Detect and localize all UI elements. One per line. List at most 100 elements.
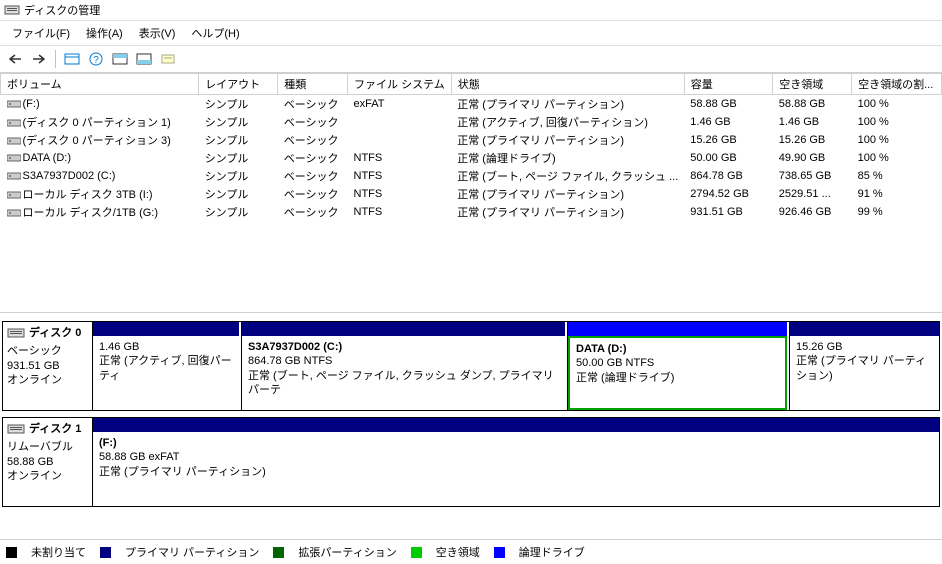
partition-body: 1.46 GB正常 (アクティブ, 回復パーティ bbox=[93, 336, 239, 410]
partition-header bbox=[93, 418, 939, 432]
col-fs[interactable]: ファイル システム bbox=[348, 74, 452, 95]
col-type[interactable]: 種類 bbox=[278, 74, 348, 95]
forward-button[interactable] bbox=[28, 48, 50, 70]
cell-pct: 100 % bbox=[852, 95, 942, 114]
partition-details: 58.88 GB exFAT bbox=[99, 450, 933, 464]
cell-capacity: 58.88 GB bbox=[684, 95, 773, 114]
menu-action[interactable]: 操作(A) bbox=[78, 23, 131, 43]
partition-header bbox=[93, 322, 239, 336]
view-list-button[interactable] bbox=[61, 48, 83, 70]
partition-body: S3A7937D002 (C:)864.78 GB NTFS正常 (ブート, ペ… bbox=[242, 336, 565, 410]
legend-primary-label: プライマリ パーティション bbox=[125, 544, 259, 560]
legend-extended-label: 拡張パーティション bbox=[298, 544, 396, 560]
cell-capacity: 50.00 GB bbox=[684, 149, 773, 167]
table-row[interactable]: (F:)シンプルベーシックexFAT正常 (プライマリ パーティション)58.8… bbox=[1, 95, 942, 114]
volume-list: ボリューム レイアウト 種類 ファイル システム 状態 容量 空き領域 空き領域… bbox=[0, 73, 942, 313]
cell-pct: 100 % bbox=[852, 113, 942, 131]
cell-pct: 85 % bbox=[852, 167, 942, 185]
col-freepct[interactable]: 空き領域の割... bbox=[852, 74, 942, 95]
cell-type: ベーシック bbox=[278, 95, 348, 114]
partition[interactable]: (F:)58.88 GB exFAT正常 (プライマリ パーティション) bbox=[93, 418, 939, 506]
cell-pct: 100 % bbox=[852, 131, 942, 149]
legend-logical-label: 論理ドライブ bbox=[519, 544, 585, 560]
col-free[interactable]: 空き領域 bbox=[773, 74, 852, 95]
cell-status: 正常 (プライマリ パーティション) bbox=[451, 131, 684, 149]
partition[interactable]: 1.46 GB正常 (アクティブ, 回復パーティ bbox=[93, 322, 239, 410]
cell-layout: シンプル bbox=[199, 113, 278, 131]
cell-free: 58.88 GB bbox=[773, 95, 852, 114]
table-row[interactable]: S3A7937D002 (C:)シンプルベーシックNTFS正常 (ブート, ペー… bbox=[1, 167, 942, 185]
legend-extended-box bbox=[273, 547, 284, 558]
app-icon bbox=[4, 2, 20, 18]
cell-type: ベーシック bbox=[278, 167, 348, 185]
cell-type: ベーシック bbox=[278, 131, 348, 149]
menu-view[interactable]: 表示(V) bbox=[131, 23, 184, 43]
disk-status: オンライン bbox=[7, 373, 88, 387]
cell-status: 正常 (ブート, ページ ファイル, クラッシュ ... bbox=[451, 167, 684, 185]
cell-volume: ローカル ディスク 3TB (I:) bbox=[1, 185, 199, 203]
menu-file[interactable]: ファイル(F) bbox=[4, 23, 78, 43]
partition-status: 正常 (プライマリ パーティション) bbox=[99, 465, 933, 479]
partition-details: 864.78 GB NTFS bbox=[248, 354, 559, 368]
volume-table: ボリューム レイアウト 種類 ファイル システム 状態 容量 空き領域 空き領域… bbox=[0, 73, 942, 221]
partition-body: DATA (D:)50.00 GB NTFS正常 (論理ドライブ) bbox=[568, 336, 787, 410]
table-row[interactable]: ローカル ディスク 3TB (I:)シンプルベーシックNTFS正常 (プライマリ… bbox=[1, 185, 942, 203]
cell-volume: ローカル ディスク/1TB (G:) bbox=[1, 203, 199, 221]
cell-status: 正常 (プライマリ パーティション) bbox=[451, 185, 684, 203]
table-row[interactable]: (ディスク 0 パーティション 3)シンプルベーシック正常 (プライマリ パーテ… bbox=[1, 131, 942, 149]
menu-help[interactable]: ヘルプ(H) bbox=[183, 23, 247, 43]
cell-type: ベーシック bbox=[278, 149, 348, 167]
partition[interactable]: S3A7937D002 (C:)864.78 GB NTFS正常 (ブート, ペ… bbox=[241, 322, 565, 410]
col-status[interactable]: 状態 bbox=[451, 74, 684, 95]
cell-free: 738.65 GB bbox=[773, 167, 852, 185]
partition-status: 正常 (論理ドライブ) bbox=[576, 371, 779, 385]
properties-button[interactable] bbox=[157, 48, 179, 70]
disk-size: 58.88 GB bbox=[7, 455, 88, 469]
cell-capacity: 1.46 GB bbox=[684, 113, 773, 131]
back-button[interactable] bbox=[4, 48, 26, 70]
col-layout[interactable]: レイアウト bbox=[199, 74, 278, 95]
view-bottom-button[interactable] bbox=[133, 48, 155, 70]
cell-free: 926.46 GB bbox=[773, 203, 852, 221]
table-row[interactable]: (ディスク 0 パーティション 1)シンプルベーシック正常 (アクティブ, 回復… bbox=[1, 113, 942, 131]
col-volume[interactable]: ボリューム bbox=[1, 74, 199, 95]
disk-label[interactable]: ディスク 0ベーシック931.51 GBオンライン bbox=[3, 322, 93, 410]
cell-fs bbox=[348, 113, 452, 131]
app-title: ディスクの管理 bbox=[24, 2, 100, 18]
table-row[interactable]: DATA (D:)シンプルベーシックNTFS正常 (論理ドライブ)50.00 G… bbox=[1, 149, 942, 167]
partition-container: 1.46 GB正常 (アクティブ, 回復パーティS3A7937D002 (C:)… bbox=[93, 322, 939, 410]
legend-logical-box bbox=[494, 547, 505, 558]
cell-fs: exFAT bbox=[348, 95, 452, 114]
cell-volume: (ディスク 0 パーティション 1) bbox=[1, 113, 199, 131]
cell-free: 2529.51 ... bbox=[773, 185, 852, 203]
legend: 未割り当て プライマリ パーティション 拡張パーティション 空き領域 論理ドライ… bbox=[0, 539, 942, 564]
cell-status: 正常 (論理ドライブ) bbox=[451, 149, 684, 167]
cell-status: 正常 (プライマリ パーティション) bbox=[451, 203, 684, 221]
cell-layout: シンプル bbox=[199, 167, 278, 185]
cell-capacity: 931.51 GB bbox=[684, 203, 773, 221]
partition[interactable]: DATA (D:)50.00 GB NTFS正常 (論理ドライブ) bbox=[567, 322, 787, 410]
legend-free-box bbox=[411, 547, 422, 558]
cell-volume: DATA (D:) bbox=[1, 149, 199, 167]
cell-volume: (F:) bbox=[1, 95, 199, 114]
partition[interactable]: 15.26 GB正常 (プライマリ パーティション) bbox=[789, 322, 939, 410]
col-capacity[interactable]: 容量 bbox=[684, 74, 773, 95]
disk-type: リムーバブル bbox=[7, 440, 88, 454]
cell-status: 正常 (アクティブ, 回復パーティション) bbox=[451, 113, 684, 131]
cell-fs: NTFS bbox=[348, 203, 452, 221]
disk-status: オンライン bbox=[7, 469, 88, 483]
disk-graphical-view: ディスク 0ベーシック931.51 GBオンライン1.46 GB正常 (アクティ… bbox=[0, 313, 942, 513]
help-button[interactable]: ? bbox=[85, 48, 107, 70]
disk-type: ベーシック bbox=[7, 344, 88, 358]
disk-title: ディスク 1 bbox=[29, 422, 81, 440]
cell-fs bbox=[348, 131, 452, 149]
disk-label[interactable]: ディスク 1リムーバブル58.88 GBオンライン bbox=[3, 418, 93, 506]
table-row[interactable]: ローカル ディスク/1TB (G:)シンプルベーシックNTFS正常 (プライマリ… bbox=[1, 203, 942, 221]
disk-size: 931.51 GB bbox=[7, 359, 88, 373]
cell-fs: NTFS bbox=[348, 167, 452, 185]
view-top-button[interactable] bbox=[109, 48, 131, 70]
partition-header bbox=[568, 322, 787, 336]
toolbar: ? bbox=[0, 46, 942, 73]
cell-layout: シンプル bbox=[199, 185, 278, 203]
partition-body: 15.26 GB正常 (プライマリ パーティション) bbox=[790, 336, 939, 410]
